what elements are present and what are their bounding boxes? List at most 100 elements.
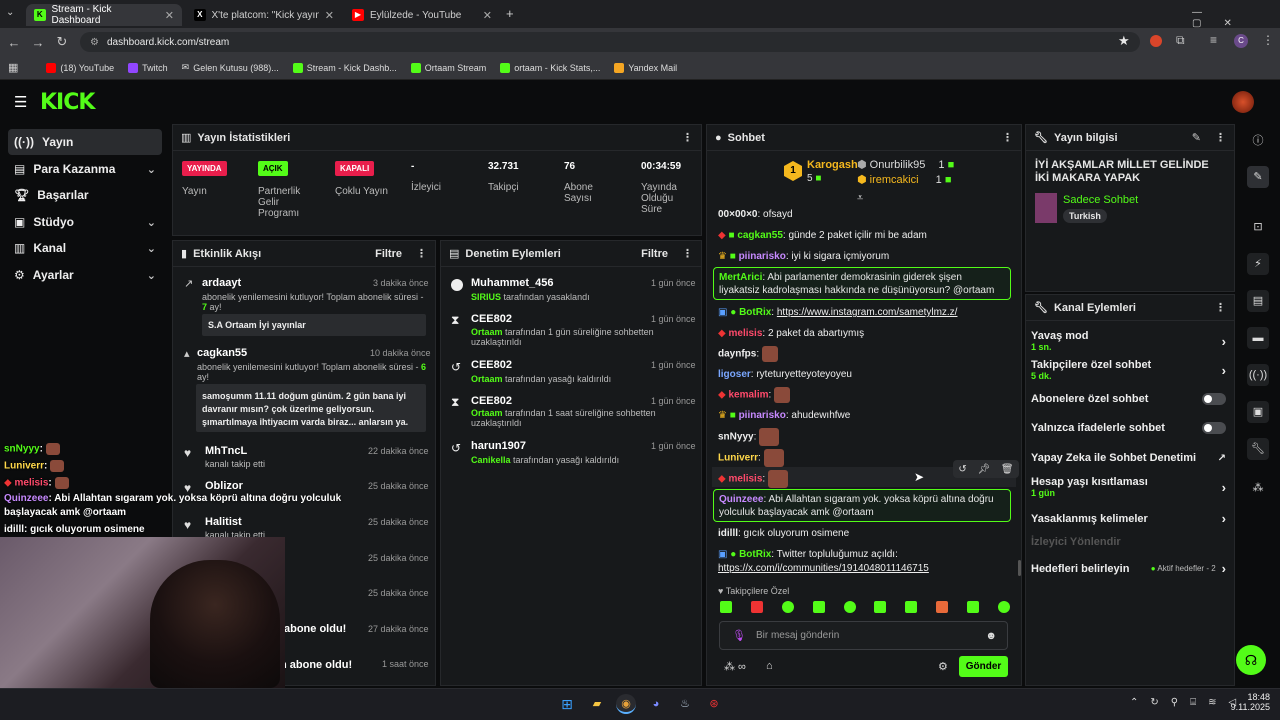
apps-grid-icon[interactable]: ▦ [8,61,18,74]
forward-icon[interactable]: → [26,35,50,50]
event-name[interactable]: Halitist [205,516,242,528]
app-icon[interactable]: ⊛ [704,694,724,714]
tab-list-icon[interactable]: ⌄ [6,7,20,21]
filter-button[interactable]: Filtre [641,248,668,260]
more-options-icon[interactable]: ⋮ [1215,131,1226,144]
store-icon[interactable]: ⌂ [766,660,773,672]
back-icon[interactable]: ← [2,35,26,50]
new-tab-icon[interactable]: + [506,6,514,21]
broadcast-icon[interactable]: ((·)) [1247,364,1269,386]
event-name[interactable]: n abone oldu! [280,659,352,671]
tab-kick-dashboard[interactable]: K Stream - Kick Dashboard ✕ [26,4,182,26]
tab-x[interactable]: X X'te platcom: "Kick yayıncısı ve ✕ [186,4,342,26]
chat-username[interactable]: piinarisko [739,410,786,421]
category-thumbnail[interactable] [1035,193,1057,223]
bookmark-twitch[interactable]: Twitch [128,62,168,73]
layout-icon[interactable]: ⊡ [1247,216,1269,238]
pin-icon[interactable]: 📌︎ [977,464,990,475]
media-icon[interactable]: ≡ [1210,33,1217,47]
close-icon[interactable]: ✕ [483,9,492,22]
bookmark-yandex-mail[interactable]: Yandex Mail [614,62,677,73]
extensions-puzzle-icon[interactable]: ⧉ [1176,33,1185,48]
emote-icon[interactable] [874,601,887,613]
event-name[interactable]: cagkan55 [197,347,247,359]
action-follower-only[interactable]: Takipçilere özel sohbet 5 dk. › [1031,359,1226,381]
action-username[interactable]: CEE802 [471,359,512,371]
user-avatar[interactable] [1232,91,1254,113]
emote-icon[interactable] [936,601,949,613]
lightning-icon[interactable]: ⚡︎ [1247,253,1269,275]
send-button[interactable]: Gönder [959,656,1008,677]
bookmark-mail[interactable]: ✉ Gelen Kutusu (988)... [182,62,279,73]
chat-link[interactable]: https://x.com/i/communities/191404801114… [718,563,929,574]
chat-username[interactable]: idilll [718,528,738,539]
tab-youtube[interactable]: ▶ Eylülzede - YouTube ✕ [344,4,500,26]
event-name[interactable]: MhTncL [205,445,247,457]
hamburger-menu-icon[interactable]: ☰ [14,93,27,111]
chat-username[interactable]: BotRix [739,307,771,318]
window-controls[interactable]: —▢✕ [1192,7,1280,29]
event-name[interactable]: abone oldu! [284,623,346,635]
discord-icon[interactable]: ◕ [646,694,666,714]
action-slow-mode[interactable]: Yavaş mod 1 sn. › [1031,330,1226,352]
chat-bubble-icon[interactable]: ▬ [1247,327,1269,349]
url-input[interactable]: ⚙ dashboard.kick.com/stream [80,32,1140,52]
filter-button[interactable]: Filtre [375,248,402,260]
emote-icon[interactable] [967,601,979,613]
site-info-icon[interactable]: ⚙ [90,37,99,48]
action-banned-words[interactable]: Yasaklanmış kelimeler › [1031,511,1226,526]
chat-username[interactable]: piinarisko [739,251,786,262]
menu-dots-icon[interactable]: ⋮ [1262,33,1274,47]
bookmark-kick-dashboard[interactable]: Stream - Kick Dashb... [292,62,397,73]
emote-icon[interactable] [750,601,763,613]
microphone-icon[interactable]: 🎙︎ [732,629,746,642]
action-username[interactable]: CEE802 [471,313,512,325]
toggle-switch[interactable] [1202,393,1226,405]
sidebar-item-yayin[interactable]: ((·)) Yayın [8,129,162,155]
sidebar-item-basarilar[interactable]: 🏆︎ Başarılar [8,182,162,208]
emote-icon[interactable] [720,601,732,613]
moderator-name[interactable]: SIRIUS [471,292,501,302]
info-icon[interactable]: ⓘ [1247,130,1269,152]
leader-name[interactable]: Karogash [807,159,858,171]
delete-icon[interactable]: 🗑︎ [1001,464,1014,475]
more-options-icon[interactable]: ⋮ [416,247,427,260]
sidebar-item-studyo[interactable]: ▣ Stüdyo ⌄ [8,209,162,235]
moderator-name[interactable]: Ortaam [471,408,503,418]
chat-username[interactable]: BotRix [739,549,771,560]
emote-icon[interactable] [812,601,825,613]
chat-username[interactable]: snNyyy [718,432,754,443]
sidebar-item-para-kazanma[interactable]: ▤ Para Kazanma ⌄ [8,156,162,182]
chat-username[interactable]: 00×00×0 [718,209,758,220]
close-icon[interactable]: ✕ [325,9,334,22]
close-icon[interactable]: ✕ [165,9,174,22]
emote-icon[interactable] [997,601,1010,613]
clock[interactable]: 18:48 9.11.2025 [1230,692,1270,712]
moderator-name[interactable]: Canikella [471,455,511,465]
reload-icon[interactable]: ↻ [50,34,74,50]
kick-logo[interactable]: KICK [40,90,95,115]
gear-icon[interactable]: ⚙ [938,660,948,673]
wrench-icon[interactable]: 🔧︎ [1247,438,1269,460]
extension-icon[interactable] [1150,35,1162,47]
toggle-switch[interactable] [1202,422,1226,434]
edit-panel-icon[interactable]: ✎ [1247,166,1269,188]
windows-start-icon[interactable]: ⊞ [557,694,577,714]
chat-username[interactable]: Luniverr [718,453,758,464]
more-options-icon[interactable]: ⋮ [682,131,693,144]
steam-icon[interactable]: ♨ [675,694,695,714]
chat-username[interactable]: ligoser [718,369,751,380]
chat-username[interactable]: melisis [728,474,762,485]
action-ai-moderation[interactable]: Yapay Zeka ile Sohbet Denetimi ↗ [1031,452,1226,464]
more-options-icon[interactable]: ⋮ [1215,301,1226,314]
moderation-icon[interactable]: ▣ [1247,401,1269,423]
action-username[interactable]: Muhammet_456 [471,277,554,289]
action-set-goals[interactable]: Hedefleri belirleyin ● Aktif hedefler - 2… [1031,561,1226,576]
support-headset-icon[interactable]: ☊ [1236,645,1266,675]
chat-input[interactable]: 🎙︎ Bir mesaj gönderin ☻ [719,621,1008,650]
category-link[interactable]: Sadece Sohbet [1063,194,1138,206]
chat-username[interactable]: MertArici [719,272,762,283]
file-explorer-icon[interactable]: ▰ [587,694,607,714]
apps-icon[interactable]: ⁂ [1247,477,1269,499]
action-account-age[interactable]: Hesap yaşı kısıtlaması 1 gün › [1031,476,1226,498]
